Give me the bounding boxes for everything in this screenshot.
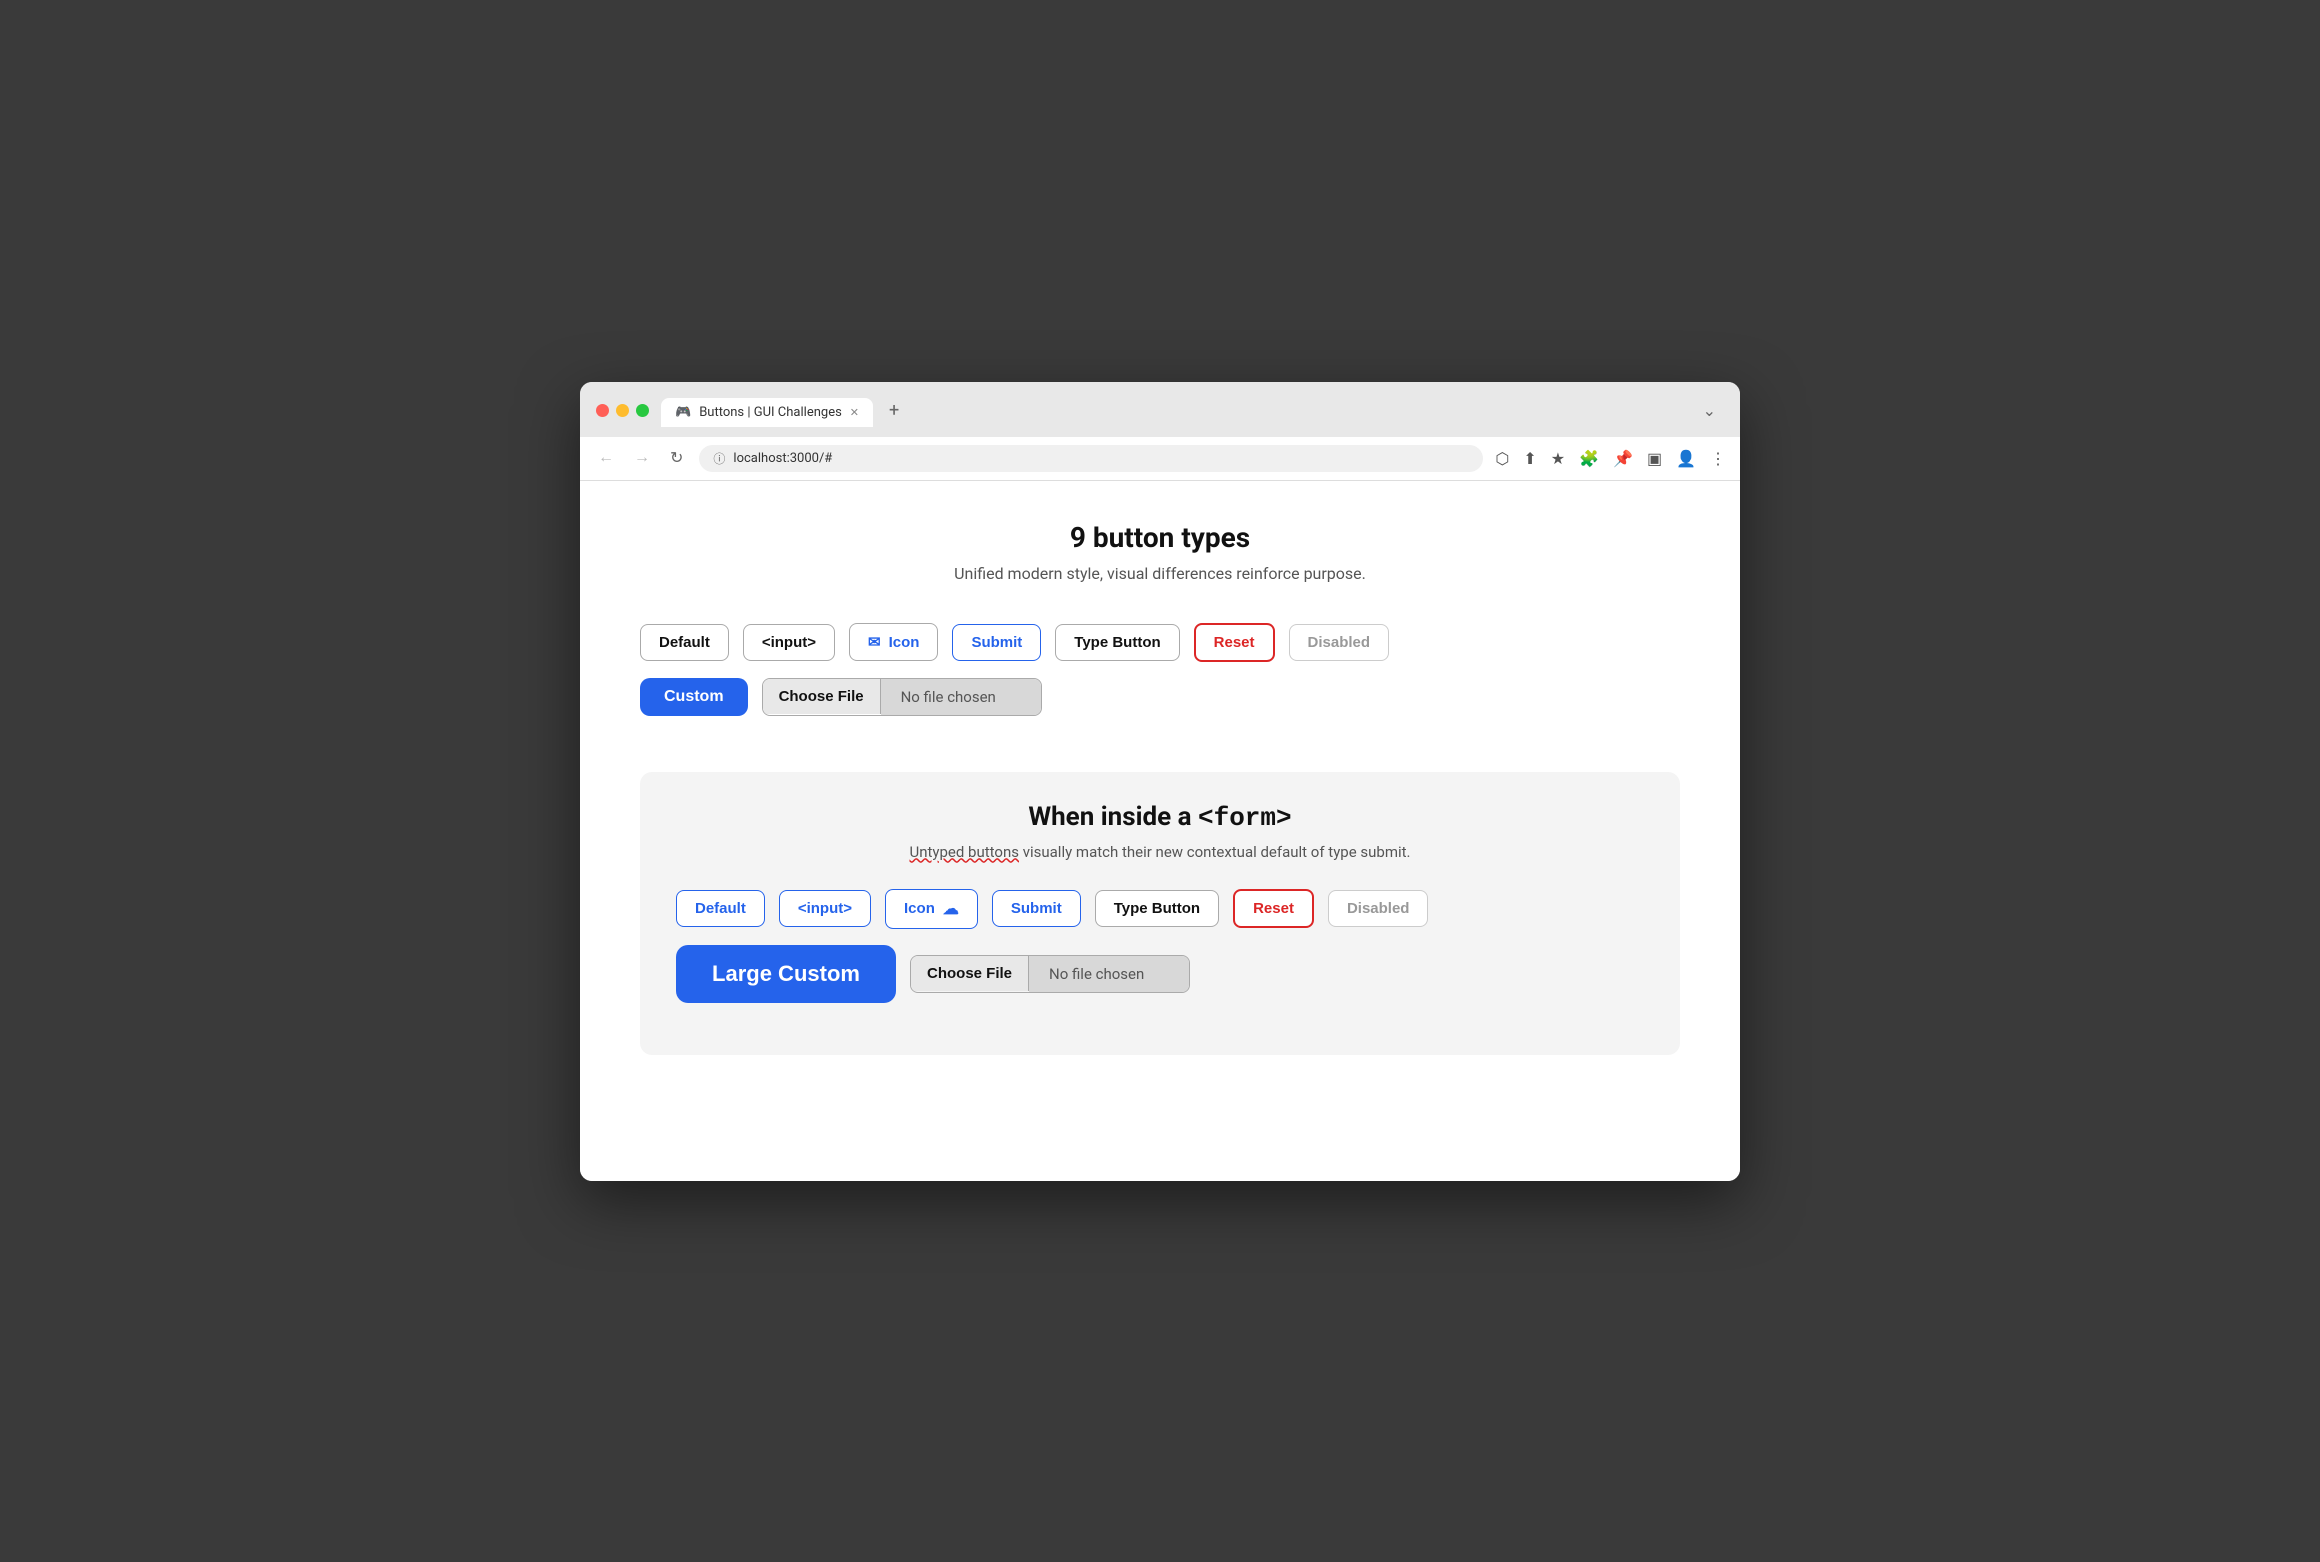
- tab-title: Buttons | GUI Challenges: [699, 405, 842, 420]
- bookmark-icon[interactable]: ★: [1551, 449, 1565, 468]
- email-icon: ✉: [868, 633, 881, 651]
- external-link-icon[interactable]: ⬡: [1495, 449, 1509, 468]
- form-file-input-wrapper: Choose File No file chosen: [910, 955, 1190, 993]
- icon-button[interactable]: ✉ Icon: [849, 623, 938, 661]
- type-button-form-button[interactable]: Type Button: [1095, 890, 1219, 927]
- default-form-button[interactable]: Default: [676, 890, 765, 927]
- reset-button[interactable]: Reset: [1194, 623, 1275, 662]
- reset-form-button[interactable]: Reset: [1233, 889, 1314, 928]
- url-text: localhost:3000/#: [733, 451, 832, 466]
- forward-button[interactable]: →: [630, 447, 654, 469]
- top-button-row: Default <input> ✉ Icon Submit Type Butto…: [640, 623, 1680, 662]
- file-input-wrapper: Choose File No file chosen: [762, 678, 1042, 716]
- new-tab-button[interactable]: +: [877, 395, 911, 427]
- type-button-button[interactable]: Type Button: [1055, 624, 1179, 661]
- profile-icon[interactable]: 👤: [1676, 449, 1696, 468]
- large-custom-file-row: Large Custom Choose File No file chosen: [676, 945, 1644, 1003]
- submit-form-button[interactable]: Submit: [992, 890, 1081, 927]
- input-button[interactable]: <input>: [743, 624, 835, 661]
- close-button[interactable]: [596, 404, 609, 417]
- sidebar-icon[interactable]: ▣: [1647, 449, 1662, 468]
- disabled-form-button: Disabled: [1328, 890, 1429, 927]
- active-tab[interactable]: 🎮 Buttons | GUI Challenges ✕: [661, 398, 873, 427]
- menu-icon[interactable]: ⋮: [1710, 449, 1726, 468]
- form-section: When inside a <form> Untyped buttons vis…: [640, 772, 1680, 1055]
- cloud-icon: ☁: [943, 899, 959, 919]
- share-icon[interactable]: ⬆: [1523, 449, 1536, 468]
- untyped-buttons-text: Untyped buttons: [909, 843, 1019, 861]
- custom-button[interactable]: Custom: [640, 678, 748, 716]
- secure-icon: ⓘ: [713, 450, 725, 467]
- form-section-title: When inside a <form>: [676, 802, 1644, 833]
- disabled-button: Disabled: [1289, 624, 1390, 661]
- form-choose-file-button[interactable]: Choose File: [911, 956, 1029, 991]
- form-button-row: Default <input> Icon ☁ Submit Type Butto…: [676, 889, 1644, 929]
- page-title: 9 button types: [640, 521, 1680, 554]
- page-subtitle: Unified modern style, visual differences…: [640, 564, 1680, 583]
- title-bar: 🎮 Buttons | GUI Challenges ✕ + ⌄: [580, 382, 1740, 437]
- browser-window: 🎮 Buttons | GUI Challenges ✕ + ⌄ ← → ↻ ⓘ…: [580, 382, 1740, 1181]
- large-custom-button[interactable]: Large Custom: [676, 945, 896, 1003]
- icon-form-button[interactable]: Icon ☁: [885, 889, 978, 929]
- url-bar[interactable]: ⓘ localhost:3000/#: [699, 445, 1483, 472]
- form-file-no-chosen-label: No file chosen: [1029, 956, 1189, 992]
- submit-button[interactable]: Submit: [952, 624, 1041, 661]
- reload-button[interactable]: ↻: [666, 446, 687, 470]
- tab-expand-button[interactable]: ⌄: [1695, 394, 1724, 427]
- file-no-chosen-label: No file chosen: [881, 679, 1041, 715]
- toolbar-icons: ⬡ ⬆ ★ 🧩 📌 ▣ 👤 ⋮: [1495, 449, 1726, 468]
- minimize-button[interactable]: [616, 404, 629, 417]
- custom-file-row: Custom Choose File No file chosen: [640, 678, 1680, 716]
- form-section-subtitle: Untyped buttons visually match their new…: [676, 843, 1644, 861]
- default-button[interactable]: Default: [640, 624, 729, 661]
- back-button[interactable]: ←: [594, 447, 618, 469]
- address-bar: ← → ↻ ⓘ localhost:3000/# ⬡ ⬆ ★ 🧩 📌 ▣ 👤 ⋮: [580, 437, 1740, 481]
- tab-favicon: 🎮: [675, 405, 691, 420]
- tabs-bar: 🎮 Buttons | GUI Challenges ✕ + ⌄: [661, 394, 1724, 427]
- pin-icon[interactable]: 📌: [1613, 449, 1633, 468]
- choose-file-button[interactable]: Choose File: [763, 679, 881, 714]
- page-content: 9 button types Unified modern style, vis…: [580, 481, 1740, 1181]
- traffic-lights: [596, 404, 649, 417]
- tab-close-button[interactable]: ✕: [850, 406, 859, 419]
- extension-icon[interactable]: 🧩: [1579, 449, 1599, 468]
- input-form-button[interactable]: <input>: [779, 890, 871, 927]
- maximize-button[interactable]: [636, 404, 649, 417]
